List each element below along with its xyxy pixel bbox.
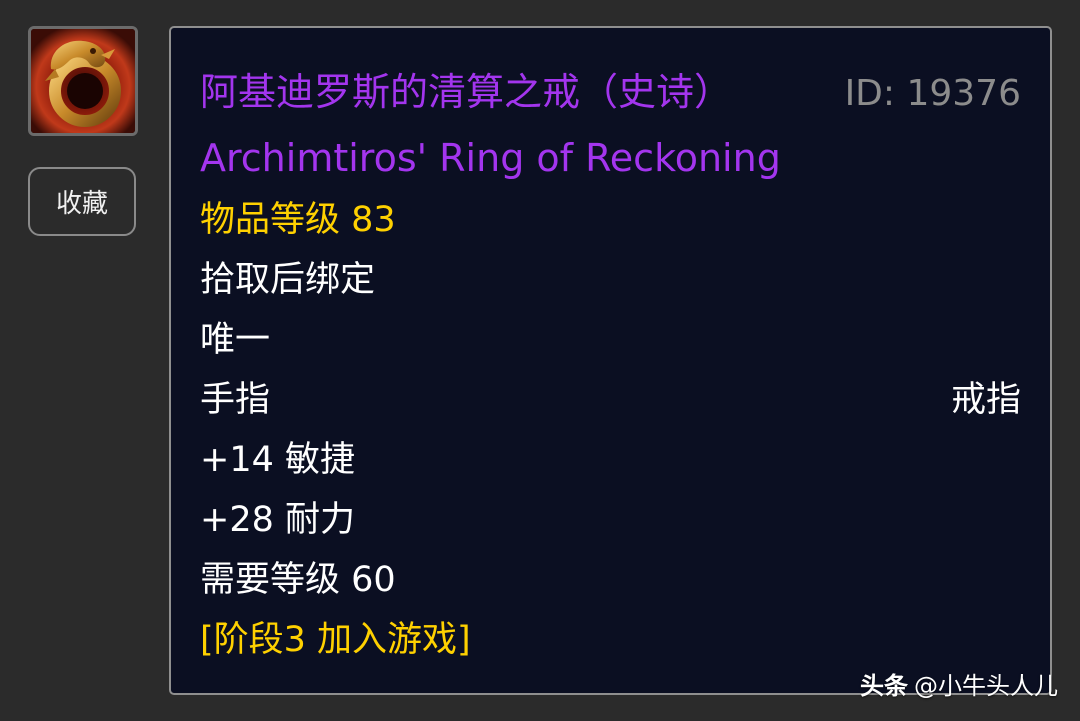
item-level: 物品等级 83 [200,200,396,240]
binding-text: 拾取后绑定 [200,260,376,300]
item-icon [28,26,138,136]
watermark-brand: 头条 [860,672,908,700]
binding-row: 拾取后绑定 [200,258,1021,302]
watermark-author: @小牛头人儿 [914,672,1058,700]
phase-row: [阶段3 加入游戏] [200,618,1021,662]
item-title-row: 阿基迪罗斯的清算之戒（史诗） ID: 19376 [200,70,1021,116]
item-name-en: Archimtiros' Ring of Reckoning [200,136,781,180]
stat-agility: +14 敏捷 [200,440,355,480]
stat-stamina: +28 耐力 [200,500,355,540]
stat-agility-row: +14 敏捷 [200,438,1021,482]
slot-type-text: 戒指 [950,380,1021,420]
required-level-row: 需要等级 60 [200,558,1021,602]
watermark: 头条 @小牛头人儿 [860,666,1058,701]
bookmark-button[interactable]: 收藏 [28,167,136,236]
item-name-cn: 阿基迪罗斯的清算之戒（史诗） [200,70,733,114]
required-level: 需要等级 60 [200,560,396,600]
item-id: ID: 19376 [844,73,1021,114]
item-name-en-row: Archimtiros' Ring of Reckoning [200,136,1021,180]
golden-dragon-ring-icon [31,29,135,133]
stat-stamina-row: +28 耐力 [200,498,1021,542]
item-tooltip: 阿基迪罗斯的清算之戒（史诗） ID: 19376 Archimtiros' Ri… [169,26,1052,695]
phase-text: [阶段3 加入游戏] [200,620,471,660]
item-level-row: 物品等级 83 [200,198,1021,242]
slot-row: 手指 戒指 [200,378,1021,422]
slot-text: 手指 [200,380,271,420]
unique-row: 唯一 [200,318,1021,362]
unique-text: 唯一 [200,320,271,360]
